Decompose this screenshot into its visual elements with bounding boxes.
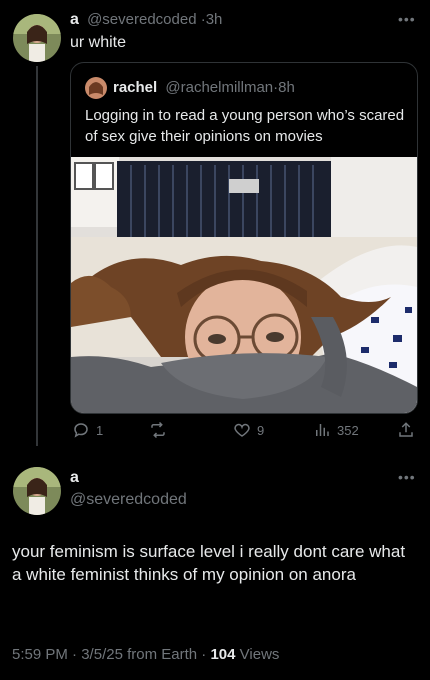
reply-display-name[interactable]: a (70, 469, 79, 487)
quoted-handle[interactable]: @rachelmillman (165, 79, 273, 96)
display-name[interactable]: a (70, 11, 79, 28)
quoted-header: rachel @rachelmillman·8h (113, 79, 295, 96)
views-button[interactable]: 352 (313, 421, 359, 439)
meta-separator: · (72, 646, 78, 663)
reply-button[interactable]: 1 (72, 421, 103, 439)
view-count: 352 (337, 422, 359, 438)
tweet-text: ur white (70, 34, 127, 51)
reply-time[interactable]: 5:59 PM (12, 646, 68, 663)
share-button[interactable] (397, 421, 415, 439)
reply-date[interactable]: 3/5/25 from Earth (81, 646, 197, 663)
thread-connector-line (36, 66, 38, 446)
quoted-tweet[interactable]: rachel @rachelmillman·8h Logging in to r… (70, 62, 418, 414)
bar-chart-icon (316, 424, 329, 436)
like-count: 9 (257, 422, 265, 438)
quoted-avatar[interactable] (85, 77, 107, 99)
reply-more-icon[interactable]: ••• (398, 470, 416, 484)
like-button[interactable]: 9 (233, 421, 264, 439)
share-icon (399, 422, 413, 437)
reply-count: 1 (96, 422, 104, 438)
quoted-photo[interactable] (71, 157, 417, 413)
quoted-text: Logging in to read a young person who’s … (85, 107, 405, 145)
quoted-timestamp[interactable]: 8h (278, 79, 295, 96)
quoted-display-name[interactable]: rachel (113, 79, 157, 96)
reply-avatar[interactable] (13, 467, 61, 515)
more-icon[interactable]: ••• (398, 12, 416, 26)
handle[interactable]: @severedcoded (87, 11, 196, 28)
retweet-icon (151, 421, 165, 439)
tweet-header: a @severedcoded ·3h (70, 11, 222, 29)
meta-separator-2: · (201, 646, 207, 663)
retweet-button[interactable] (149, 421, 173, 439)
avatar[interactable] (13, 14, 61, 62)
timestamp[interactable]: 3h (206, 11, 223, 28)
reply-icon (74, 423, 88, 438)
reply-handle[interactable]: @severedcoded (70, 491, 187, 509)
reply-text: your feminism is surface level i really … (12, 542, 406, 584)
views-label: Views (239, 646, 280, 663)
heart-icon (234, 423, 250, 437)
views-count: 104 (210, 646, 236, 663)
reply-meta: 5:59 PM · 3/5/25 from Earth · 104 Views (12, 646, 279, 663)
